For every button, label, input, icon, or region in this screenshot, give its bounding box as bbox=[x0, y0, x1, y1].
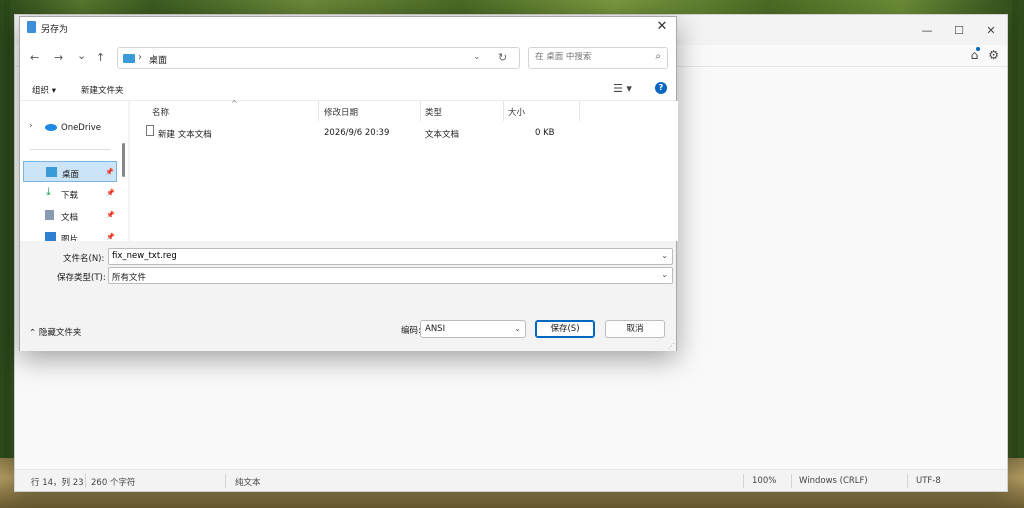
sort-up-icon: ^ bbox=[231, 99, 238, 108]
column-divider[interactable] bbox=[579, 101, 580, 121]
navigation-pane: › OneDrive 桌面 📌 ⤓ 下载 📌 文档 📌 图片 📌 bbox=[20, 101, 128, 241]
sidebar-item-label: 图片 bbox=[61, 235, 79, 241]
dialog-footer: ⌃ 隐藏文件夹 编码: ANSI ⌄ 保存(S) 取消 ⋰ bbox=[20, 311, 676, 351]
file-name: 新建 文本文档 bbox=[158, 130, 212, 140]
filetype-select[interactable]: 所有文件 ⌄ bbox=[108, 267, 673, 284]
chevron-right-icon[interactable]: › bbox=[138, 52, 142, 63]
organize-menu[interactable]: 组织 ▾ bbox=[32, 84, 56, 96]
cloud-icon bbox=[45, 124, 57, 131]
forward-arrow-icon[interactable]: → bbox=[54, 51, 63, 64]
dialog-titlebar: 另存为 ✕ bbox=[20, 17, 676, 39]
sidebar-item-onedrive[interactable]: › OneDrive bbox=[23, 117, 117, 138]
sidebar-scrollbar[interactable] bbox=[122, 143, 125, 177]
address-bar[interactable]: › 桌面 ⌄ ↻ bbox=[117, 47, 520, 69]
sidebar-item-pictures[interactable]: 图片 📌 bbox=[23, 227, 117, 241]
sidebar-item-label: 下载 bbox=[61, 191, 79, 201]
sidebar-item-downloads[interactable]: ⤓ 下载 📌 bbox=[23, 183, 117, 204]
navigation-bar: ← → ⌄ ↑ › 桌面 ⌄ ↻ ⌕ bbox=[20, 39, 676, 77]
sidebar-item-label: 桌面 bbox=[62, 170, 80, 180]
file-type: 文本文档 bbox=[425, 130, 460, 140]
view-options-icon[interactable]: ☰ ▾ bbox=[613, 82, 632, 95]
document-icon bbox=[45, 210, 54, 220]
save-fields: 文件名(N): ⌄ 保存类型(T): 所有文件 ⌄ bbox=[20, 241, 676, 311]
status-position: 行 14，列 23 bbox=[31, 478, 84, 488]
divider bbox=[30, 149, 110, 150]
pin-icon: 📌 bbox=[106, 189, 115, 197]
pin-icon: 📌 bbox=[106, 233, 115, 241]
table-row[interactable]: 新建 文本文档 2026/9/6 20:39 文本文档 0 KB bbox=[140, 124, 660, 142]
organize-label: 组织 bbox=[32, 86, 50, 96]
file-size: 0 KB bbox=[535, 128, 555, 138]
close-icon[interactable]: ✕ bbox=[975, 15, 1007, 45]
save-as-dialog: 另存为 ✕ ← → ⌄ ↑ › 桌面 ⌄ ↻ ⌕ 组织 ▾ 新建文件夹 ☰ ▾ … bbox=[19, 16, 678, 351]
column-divider[interactable] bbox=[503, 101, 504, 121]
column-divider[interactable] bbox=[318, 101, 319, 121]
status-line-ending: Windows (CRLF) bbox=[799, 476, 868, 486]
refresh-icon[interactable]: ↻ bbox=[498, 51, 507, 64]
picture-icon bbox=[45, 232, 56, 241]
chevron-down-icon[interactable]: ⌄ bbox=[661, 270, 668, 279]
encoding-select[interactable]: ANSI ⌄ bbox=[420, 320, 526, 338]
sidebar-item-label: OneDrive bbox=[61, 123, 101, 133]
filename-label: 文件名(N): bbox=[63, 254, 105, 264]
sidebar-item-label: 文档 bbox=[61, 213, 79, 223]
address-path[interactable]: 桌面 bbox=[149, 53, 167, 66]
notepad-app-icon bbox=[27, 21, 36, 33]
sidebar-item-documents[interactable]: 文档 📌 bbox=[23, 205, 117, 226]
column-header-type[interactable]: 类型 bbox=[425, 106, 442, 118]
search-box[interactable]: ⌕ bbox=[528, 47, 668, 69]
back-arrow-icon[interactable]: ← bbox=[30, 51, 39, 64]
filename-combobox[interactable]: ⌄ bbox=[108, 248, 673, 265]
new-folder-button[interactable]: 新建文件夹 bbox=[81, 84, 124, 96]
chevron-right-icon[interactable]: › bbox=[29, 121, 33, 131]
gear-icon[interactable]: ⚙ bbox=[988, 48, 999, 62]
cancel-button[interactable]: 取消 bbox=[605, 320, 665, 338]
status-encoding: UTF-8 bbox=[916, 476, 941, 486]
status-format: 纯文本 bbox=[235, 478, 261, 488]
copilot-icon[interactable]: ⌂ bbox=[971, 47, 981, 62]
status-zoom: 100% bbox=[752, 476, 777, 486]
status-char-count: 260 个字符 bbox=[91, 478, 136, 488]
status-bar: 行 14，列 23 260 个字符 纯文本 100% Windows (CRLF… bbox=[15, 469, 1007, 491]
hide-folders-toggle[interactable]: ⌃ 隐藏文件夹 bbox=[29, 326, 81, 338]
filetype-label: 保存类型(T): bbox=[57, 273, 106, 283]
file-modified: 2026/9/6 20:39 bbox=[324, 128, 390, 138]
column-header-modified[interactable]: 修改日期 bbox=[324, 106, 358, 118]
search-icon[interactable]: ⌕ bbox=[655, 51, 661, 62]
pin-icon: 📌 bbox=[106, 211, 115, 219]
file-list: 名称 ^ 修改日期 类型 大小 新建 文本文档 2026/9/6 20:39 文… bbox=[130, 99, 678, 241]
chevron-down-icon[interactable]: ⌄ bbox=[514, 324, 521, 333]
column-header-size[interactable]: 大小 bbox=[508, 106, 525, 118]
command-bar: 组织 ▾ 新建文件夹 ☰ ▾ ? bbox=[20, 77, 676, 101]
download-icon: ⤓ bbox=[46, 185, 51, 198]
sidebar-item-desktop[interactable]: 桌面 📌 bbox=[23, 161, 117, 182]
pin-icon: 📌 bbox=[105, 168, 114, 176]
minimize-icon[interactable]: — bbox=[911, 15, 943, 45]
resize-grip-icon[interactable]: ⋰ bbox=[668, 342, 675, 350]
dialog-title: 另存为 bbox=[41, 25, 69, 35]
recent-locations-icon[interactable]: ⌄ bbox=[77, 49, 86, 62]
chevron-up-icon: ⌃ bbox=[29, 328, 37, 338]
help-icon[interactable]: ? bbox=[655, 82, 667, 94]
desktop-folder-icon bbox=[123, 54, 135, 63]
filetype-value: 所有文件 bbox=[112, 273, 147, 283]
search-input[interactable] bbox=[535, 52, 645, 62]
filename-input[interactable] bbox=[112, 251, 652, 261]
encoding-value: ANSI bbox=[425, 324, 446, 334]
column-divider[interactable] bbox=[420, 101, 421, 121]
text-file-icon bbox=[146, 125, 154, 136]
desktop-icon bbox=[46, 167, 57, 177]
close-icon[interactable]: ✕ bbox=[654, 19, 670, 35]
maximize-icon[interactable]: ☐ bbox=[943, 15, 975, 45]
window-controls: — ☐ ✕ bbox=[911, 15, 1007, 45]
column-header-name[interactable]: 名称 bbox=[152, 106, 169, 118]
chevron-down-icon[interactable]: ⌄ bbox=[473, 52, 481, 62]
up-arrow-icon[interactable]: ↑ bbox=[96, 51, 105, 64]
encoding-label: 编码: bbox=[401, 326, 421, 336]
save-button[interactable]: 保存(S) bbox=[535, 320, 595, 338]
chevron-down-icon[interactable]: ⌄ bbox=[661, 251, 668, 260]
hide-folders-label: 隐藏文件夹 bbox=[38, 328, 82, 338]
